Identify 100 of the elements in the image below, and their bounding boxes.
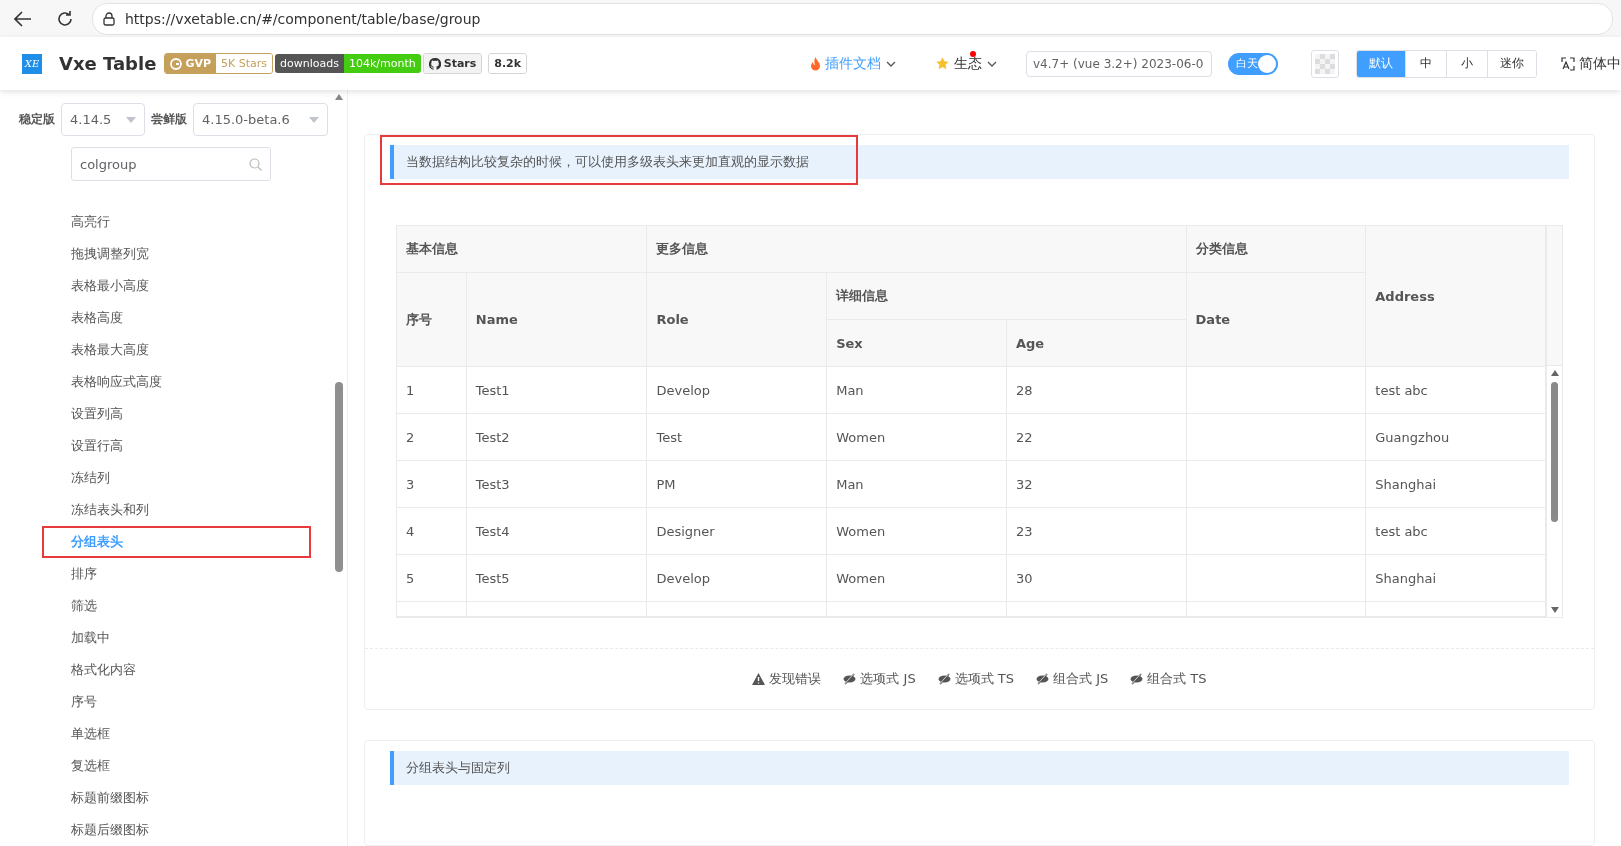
github-icon	[428, 57, 441, 70]
caret-down-icon	[309, 116, 319, 123]
arrow-left-icon	[14, 10, 32, 27]
search-field[interactable]: colgroup	[71, 147, 271, 181]
scroll-down-icon	[1550, 607, 1559, 613]
scrollbar-thumb[interactable]	[335, 382, 343, 572]
sidebar-item[interactable]: 高亮行	[42, 206, 311, 238]
table-cell: Man	[826, 460, 1007, 508]
table-cell: Guangzhou	[1365, 413, 1546, 461]
table-cell: Shanghai	[1365, 460, 1546, 508]
eye-slash-icon	[937, 673, 951, 685]
column-header: 详细信息	[826, 272, 1187, 320]
tip-text: 分组表头与固定列	[406, 759, 510, 777]
nav-menu[interactable]: 生态	[935, 54, 998, 73]
table-cell: test abc	[1365, 507, 1546, 555]
language-menu[interactable]: 简体中	[1561, 54, 1621, 73]
nav-label: 插件文档	[825, 54, 881, 73]
lock-icon	[103, 11, 115, 26]
column-header: Address	[1365, 226, 1546, 367]
table-cell: 5	[397, 554, 467, 602]
table-cell: 32	[1006, 460, 1187, 508]
sidebar-item[interactable]: 设置行高	[42, 430, 311, 462]
sidebar-item[interactable]: 表格最小高度	[42, 270, 311, 302]
table-cell: 22	[1006, 413, 1187, 461]
table-cell: 30	[1006, 554, 1187, 602]
table-cell: Test1	[466, 366, 647, 414]
version-select[interactable]: v4.7+ (vue 3.2+) 2023-06-0	[1026, 50, 1212, 77]
star-count[interactable]: 8.2k	[488, 53, 528, 74]
column-header: 基本信息	[397, 226, 647, 273]
sidebar-item[interactable]: 序号	[42, 686, 311, 718]
flame-icon	[810, 56, 821, 71]
table-cell: 4	[397, 507, 467, 555]
sidebar-item[interactable]: 复选框	[42, 750, 311, 782]
table-cell: Women	[826, 554, 1007, 602]
column-header: Sex	[826, 319, 1007, 367]
table-cell: Test3	[466, 460, 647, 508]
table-cell: test abc	[1365, 366, 1546, 414]
url-text: https://vxetable.cn/#/component/table/base/group	[125, 10, 481, 27]
code-link[interactable]: 组合式 TS	[1130, 670, 1207, 688]
table-cell: 1	[397, 366, 467, 414]
column-header: Name	[466, 272, 647, 367]
logo-icon: XE	[22, 53, 42, 74]
table-cell: Women	[826, 413, 1007, 461]
sidebar-item[interactable]: 拖拽调整列宽	[42, 238, 311, 270]
size-option[interactable]: 迷你	[1487, 50, 1536, 77]
language-label: 简体中	[1579, 54, 1621, 73]
column-header: 更多信息	[646, 226, 1187, 273]
sidebar-item[interactable]: 设置列高	[42, 398, 311, 430]
nav-label: 生态	[954, 54, 982, 73]
sidebar-item[interactable]: 标题前缀图标	[42, 782, 311, 814]
sidebar-item[interactable]: 表格响应式高度	[42, 366, 311, 398]
sidebar-item[interactable]: 冻结列	[42, 462, 311, 494]
code-link[interactable]: 选项式 JS	[843, 670, 916, 688]
sidebar-item[interactable]: 标题后缀图标	[42, 814, 311, 846]
sidebar-item[interactable]: 加载中	[42, 622, 311, 654]
code-link[interactable]: 选项式 TS	[937, 670, 1014, 688]
table-cell: 28	[1006, 366, 1187, 414]
stable-version-select[interactable]: 4.14.5	[61, 103, 145, 136]
table-cell: Develop	[646, 366, 827, 414]
table-cell: Develop	[646, 554, 827, 602]
column-header: 分类信息	[1186, 226, 1366, 273]
sidebar-item[interactable]: 格式化内容	[42, 654, 311, 686]
table-cell: 3	[397, 460, 467, 508]
table-cell: Man	[826, 366, 1007, 414]
table-cell: 23	[1006, 507, 1187, 555]
sidebar-item[interactable]: 表格高度	[42, 302, 311, 334]
column-header: Role	[646, 272, 827, 367]
scroll-up-icon	[1550, 370, 1559, 376]
table-cell: Test5	[466, 554, 647, 602]
g-logo-icon	[170, 57, 183, 70]
code-link[interactable]: 组合式 JS	[1036, 670, 1109, 688]
sidebar-item[interactable]: 冻结表头和列	[42, 494, 311, 526]
table-cell: Test2	[466, 413, 647, 461]
code-link[interactable]: 发现错误	[752, 670, 822, 688]
warning-icon	[752, 673, 766, 685]
sidebar-item[interactable]: 表格最大高度	[42, 334, 311, 366]
eye-slash-icon	[1036, 673, 1049, 685]
table-cell: Test	[646, 413, 827, 461]
sidebar-item[interactable]: 排序	[42, 558, 311, 590]
stable-label: 稳定版	[19, 111, 55, 128]
eye-slash-icon	[843, 673, 857, 685]
scroll-up-icon	[335, 94, 343, 100]
preview-version-select[interactable]: 4.15.0-beta.6	[193, 103, 328, 136]
column-header: Age	[1006, 319, 1187, 367]
preview-label: 尝鲜版	[151, 111, 187, 128]
github-stars-badge[interactable]: Stars	[422, 53, 483, 74]
scrollbar-thumb[interactable]	[1551, 381, 1558, 522]
sidebar-item[interactable]: 单选框	[42, 718, 311, 750]
tip-text: 当数据结构比较复杂的时候，可以使用多级表头来更加直观的显示数据	[406, 153, 809, 171]
table-cell: PM	[646, 460, 827, 508]
table-cell: Shanghai	[1365, 554, 1546, 602]
search-icon	[249, 157, 262, 171]
translate-icon	[1561, 56, 1575, 71]
address-bar[interactable]: https://vxetable.cn/#/component/table/base/group	[92, 2, 1613, 35]
site-title: Vxe Table	[59, 53, 157, 74]
sidebar-item[interactable]: 筛选	[42, 590, 311, 622]
caret-down-icon	[126, 116, 136, 123]
table-cell: Test4	[466, 507, 647, 555]
checkerboard-icon	[1315, 53, 1335, 74]
column-header: Date	[1186, 272, 1366, 367]
